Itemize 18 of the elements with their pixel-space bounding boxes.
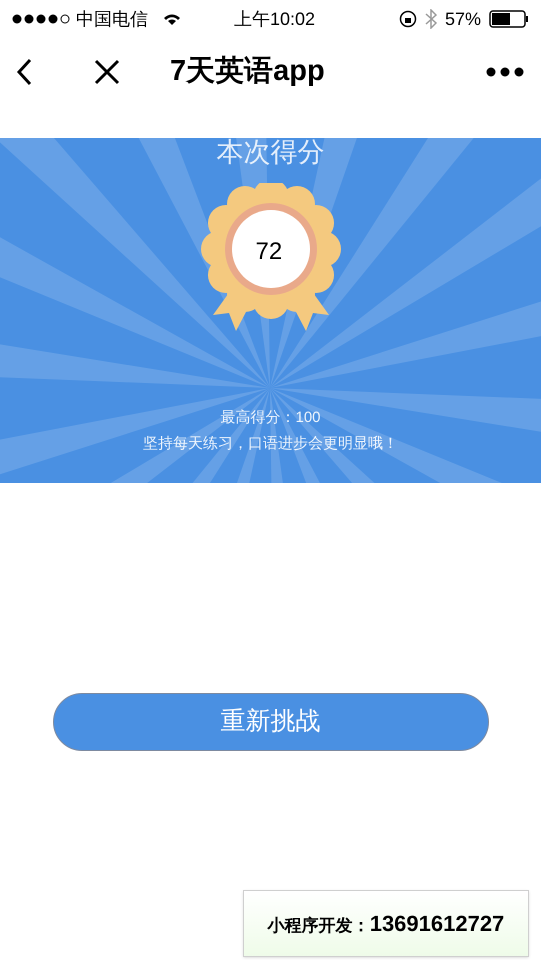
score-value: 72 (256, 236, 282, 266)
page-title: 7天英语app (170, 54, 325, 89)
wifi-icon (162, 12, 182, 26)
rotation-lock-icon (398, 10, 417, 28)
best-score-text: 最高得分：100 (220, 408, 321, 428)
retry-button[interactable]: 重新挑战 (52, 693, 488, 751)
time-text: 上午10:02 (234, 8, 316, 30)
battery-text: 57% (444, 8, 481, 30)
score-heading: 本次得分 (216, 138, 324, 169)
battery-icon (489, 10, 529, 28)
back-icon (16, 58, 32, 86)
more-icon (486, 66, 524, 76)
signal-icon (12, 14, 70, 24)
bluetooth-icon (424, 9, 437, 29)
carrier-text: 中国电信 (76, 8, 148, 30)
tip-text: 坚持每天练习，口语进步会更明显哦！ (143, 434, 398, 454)
close-icon (94, 58, 120, 84)
promo-text: 小程序开发：13691612727 (268, 910, 504, 938)
